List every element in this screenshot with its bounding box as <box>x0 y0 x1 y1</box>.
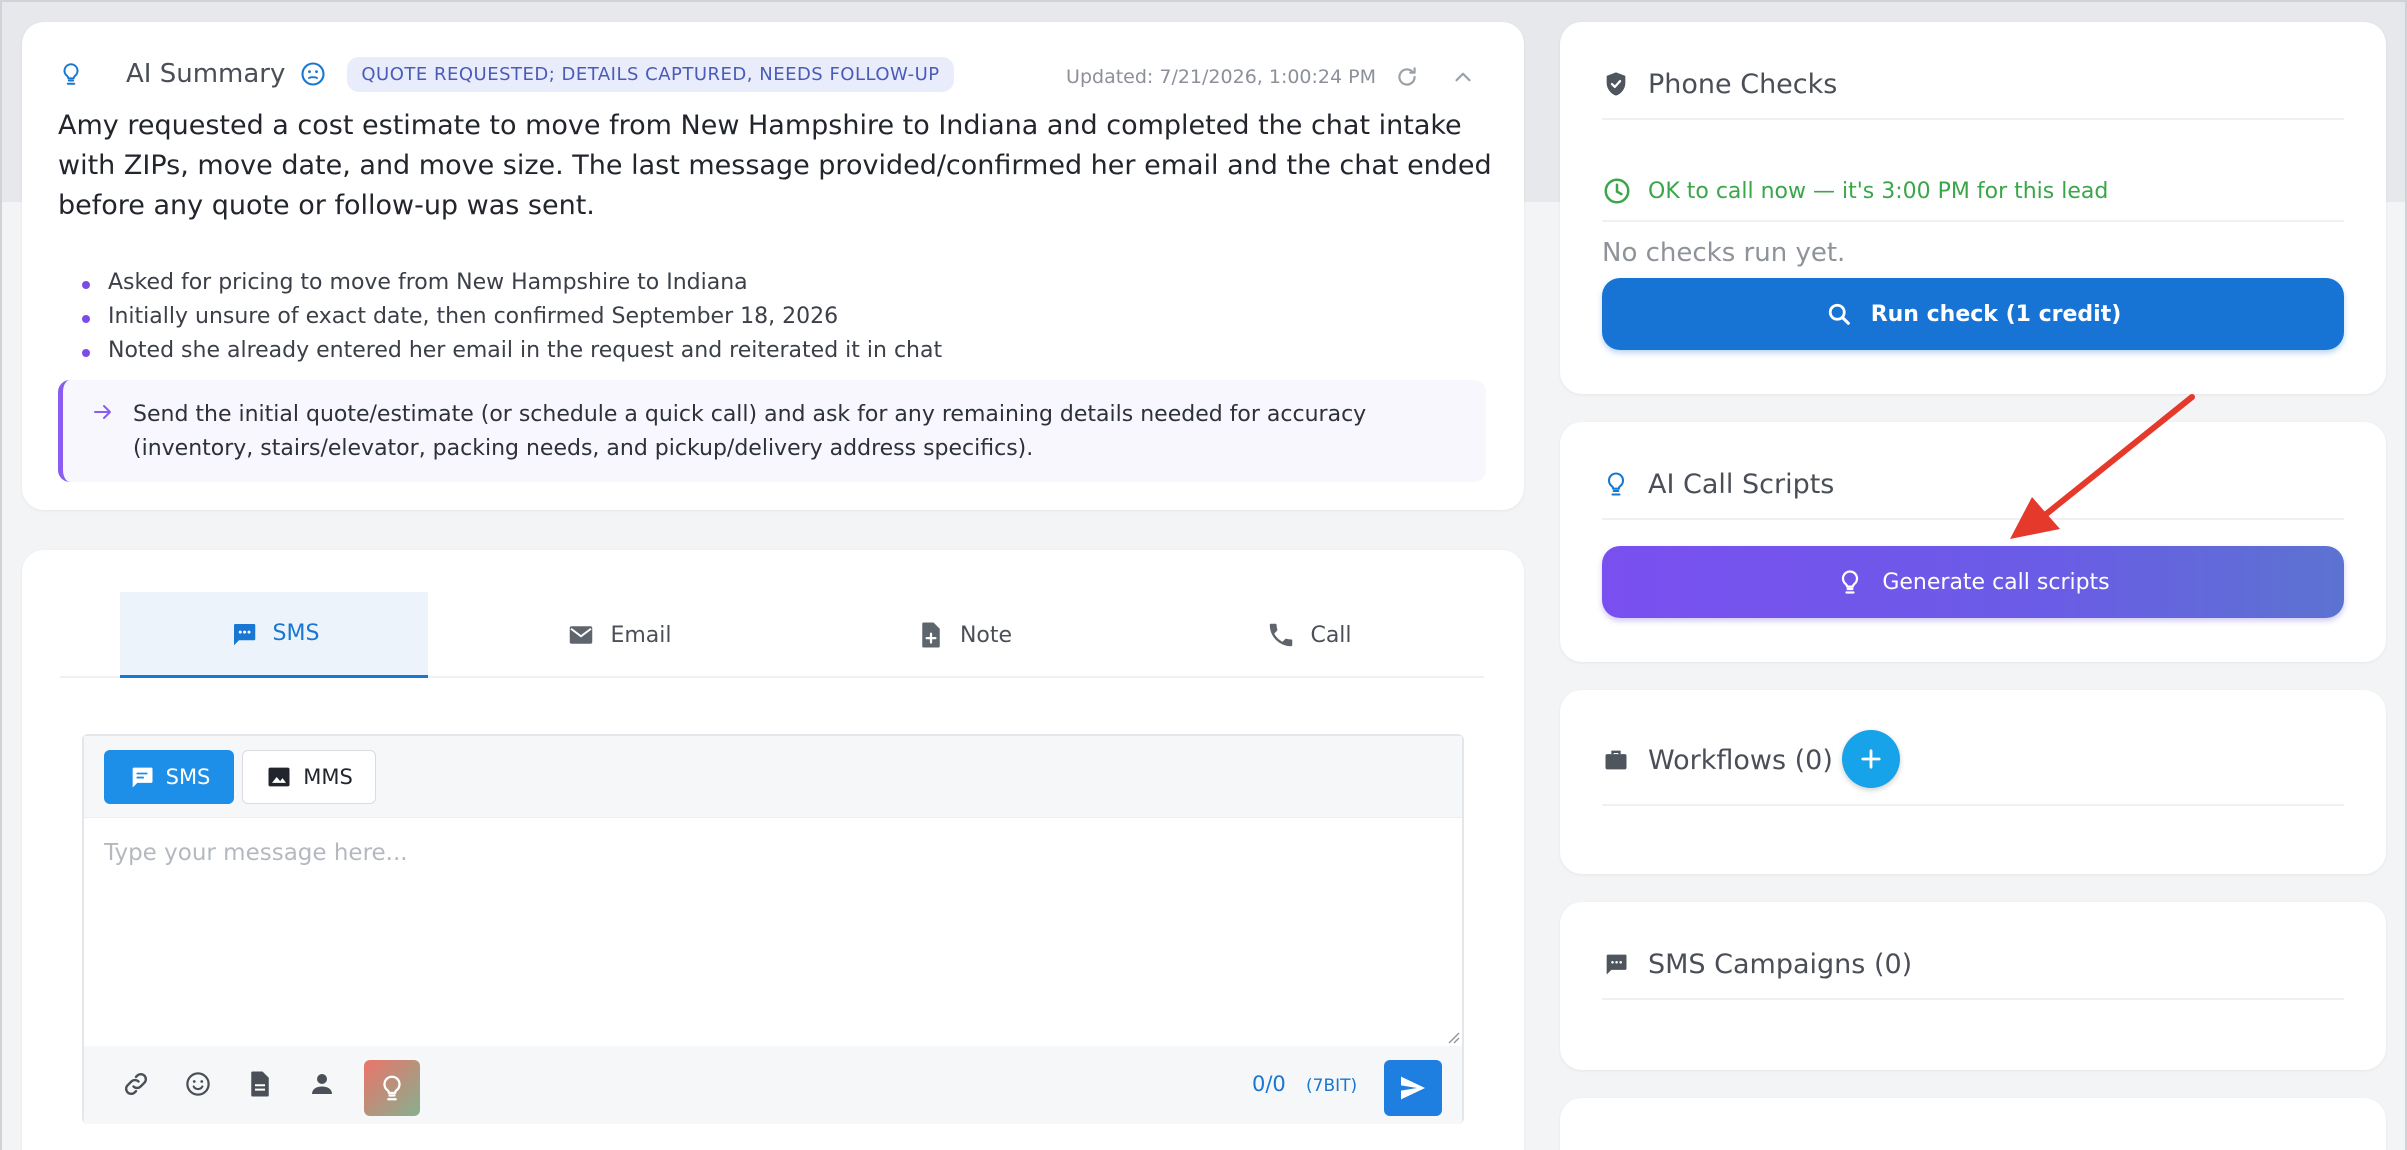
summary-bullets: Asked for pricing to move from New Hamps… <box>82 266 942 368</box>
sms-campaigns-card: SMS Campaigns (0) <box>1560 902 2386 1070</box>
workflows-card: Workflows (0) <box>1560 690 2386 874</box>
sms-mode-button[interactable]: SMS <box>104 750 234 804</box>
ok-to-call-text: OK to call now — it's 3:00 PM for this l… <box>1648 178 2109 204</box>
phone-checks-title: Phone Checks <box>1648 68 1838 100</box>
add-workflow-button[interactable] <box>1842 730 1900 788</box>
divider <box>1602 998 2344 1000</box>
channel-tabs: SMS Email Note Call <box>60 592 1484 678</box>
sms-campaigns-header: SMS Campaigns (0) <box>1602 944 1912 984</box>
divider <box>1602 118 2344 120</box>
phone-checks-header: Phone Checks <box>1602 64 1837 104</box>
tab-call-label: Call <box>1310 622 1352 648</box>
character-counter: 0/0 <box>1252 1072 1286 1096</box>
next-card-partial <box>1560 1098 2386 1150</box>
phone-checks-card: Phone Checks OK to call now — it's 3:00 … <box>1560 22 2386 394</box>
encoding-label: (7BIT) <box>1306 1076 1358 1096</box>
call-scripts-title: AI Call Scripts <box>1648 468 1835 500</box>
note-icon <box>916 620 960 650</box>
link-icon[interactable] <box>116 1064 156 1104</box>
mms-mode-label: MMS <box>303 765 353 789</box>
emoji-icon[interactable] <box>178 1064 218 1104</box>
tab-call[interactable]: Call <box>1155 592 1463 678</box>
run-check-label: Run check (1 credit) <box>1870 301 2122 327</box>
ai-summary-card: AI Summary QUOTE REQUESTED; DETAILS CAPT… <box>22 22 1524 510</box>
tab-note-label: Note <box>959 622 1013 648</box>
next-step-callout: Send the initial quote/estimate (or sche… <box>58 380 1486 482</box>
generate-call-scripts-button[interactable]: Generate call scripts <box>1602 546 2344 618</box>
composer-card: SMS Email Note Call SMS MMS Type your me… <box>22 550 1524 1150</box>
image-icon <box>265 763 303 791</box>
mail-icon <box>566 620 610 650</box>
divider <box>1602 804 2344 806</box>
editor-toolbar: SMS MMS <box>84 736 1462 818</box>
ai-summary-header: AI Summary QUOTE REQUESTED; DETAILS CAPT… <box>58 54 954 94</box>
ai-call-scripts-card: AI Call Scripts Generate call scripts <box>1560 422 2386 662</box>
status-badge: QUOTE REQUESTED; DETAILS CAPTURED, NEEDS… <box>347 56 954 92</box>
clock-icon <box>1602 176 1632 206</box>
ai-summary-title: AI Summary <box>126 59 286 89</box>
send-icon <box>1397 1072 1429 1104</box>
chevron-up-icon[interactable] <box>1450 64 1476 90</box>
template-icon[interactable] <box>240 1064 280 1104</box>
sms-icon <box>229 619 273 649</box>
resize-handle-icon[interactable] <box>1444 1028 1460 1044</box>
search-icon <box>1825 300 1871 328</box>
tab-sms[interactable]: SMS <box>120 592 428 678</box>
no-checks-text: No checks run yet. <box>1602 238 1846 268</box>
generate-call-scripts-label: Generate call scripts <box>1882 569 2110 595</box>
neutral-face-icon <box>299 60 329 88</box>
sms-icon <box>128 763 166 791</box>
summary-bullet: Asked for pricing to move from New Hamps… <box>82 266 942 300</box>
summary-bullet: Initially unsure of exact date, then con… <box>82 300 942 334</box>
lightbulb-icon <box>58 61 92 87</box>
editor-footer: 0/0 (7BIT) <box>84 1046 1462 1124</box>
tab-email-label: Email <box>610 622 672 648</box>
divider <box>1602 220 2344 222</box>
sms-icon <box>1602 950 1630 978</box>
contact-icon[interactable] <box>302 1064 342 1104</box>
briefcase-icon <box>1602 746 1630 774</box>
updated-timestamp: Updated: 7/21/2026, 1:00:24 PM <box>1066 66 1376 88</box>
tab-sms-label: SMS <box>272 621 320 646</box>
ai-bulb-icon[interactable] <box>364 1060 420 1116</box>
tab-note[interactable]: Note <box>810 592 1118 678</box>
sms-mode-label: SMS <box>165 765 211 789</box>
call-window-status: OK to call now — it's 3:00 PM for this l… <box>1602 176 2108 206</box>
shield-check-icon <box>1602 70 1630 98</box>
message-input[interactable] <box>84 818 1462 1046</box>
summary-bullet: Noted she already entered her email in t… <box>82 334 942 368</box>
workflows-title: Workflows (0) <box>1648 744 1833 776</box>
phone-icon <box>1266 620 1310 650</box>
run-check-button[interactable]: Run check (1 credit) <box>1602 278 2344 350</box>
next-step-text: Send the initial quote/estimate (or sche… <box>133 402 1367 461</box>
refresh-icon[interactable] <box>1394 64 1420 90</box>
lightbulb-icon <box>1836 568 1882 596</box>
mms-mode-button[interactable]: MMS <box>242 750 376 804</box>
workflows-header: Workflows (0) <box>1602 740 1833 780</box>
tab-email[interactable]: Email <box>465 592 773 678</box>
call-scripts-header: AI Call Scripts <box>1602 464 1834 504</box>
divider <box>1602 518 2344 520</box>
lightbulb-icon <box>1602 470 1630 498</box>
summary-paragraph: Amy requested a cost estimate to move fr… <box>58 110 1492 221</box>
plus-icon <box>1857 745 1885 773</box>
arrow-right-icon <box>91 400 115 424</box>
sms-campaigns-title: SMS Campaigns (0) <box>1648 948 1913 980</box>
message-editor: SMS MMS 0 <box>82 734 1464 1124</box>
send-button[interactable] <box>1384 1060 1442 1116</box>
